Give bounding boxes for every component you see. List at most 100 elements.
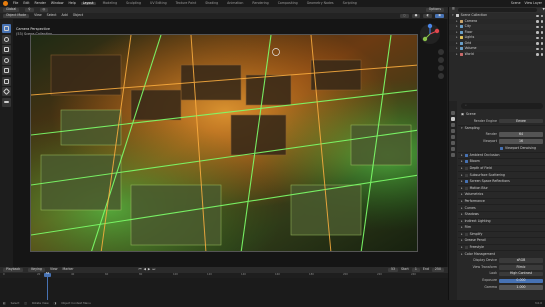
menu-object[interactable]: Object [73, 14, 83, 17]
scene-tab-icon[interactable] [451, 135, 455, 139]
camera-icon[interactable] [540, 53, 543, 56]
section-enable-checkbox[interactable] [464, 153, 468, 157]
view-layer-selector[interactable]: View Layer [525, 1, 542, 5]
tab-modeling[interactable]: Modeling [101, 1, 120, 5]
world-tab-icon[interactable] [451, 141, 455, 145]
camera-view-icon[interactable] [438, 65, 444, 71]
tab-texture-paint[interactable]: Texture Paint [174, 1, 199, 5]
camera-icon[interactable] [540, 42, 543, 45]
camera-icon[interactable] [540, 31, 543, 34]
render-section[interactable]: ▸ Performance [458, 197, 545, 205]
section-enable-checkbox[interactable] [464, 180, 468, 184]
render-section[interactable]: ▸ Freestyle [458, 243, 545, 251]
viewport-denoising-checkbox[interactable] [500, 146, 503, 150]
pan-hand-icon[interactable] [438, 57, 444, 63]
render-section[interactable]: ▸ Shadows [458, 210, 545, 218]
output-tab-icon[interactable] [451, 123, 455, 127]
section-enable-checkbox[interactable] [464, 246, 468, 250]
exposure-field[interactable]: 0.000 [499, 278, 543, 284]
view-layer-tab-icon[interactable] [451, 129, 455, 133]
zoom-icon[interactable] [438, 49, 444, 55]
section-enable-checkbox[interactable] [464, 167, 468, 171]
expand-arrow-icon[interactable]: ▸ [456, 35, 458, 39]
rendered-shading-button[interactable]: ◉ [435, 14, 444, 18]
current-frame-field[interactable]: 53 [387, 268, 399, 272]
texture-tab-icon[interactable] [451, 153, 455, 157]
tab-scripting[interactable]: Scripting [341, 1, 359, 5]
render-section[interactable]: ▸ Grease Pencil [458, 237, 545, 244]
expand-arrow-icon[interactable]: ▸ [456, 19, 458, 23]
render-section[interactable]: ▸ Depth of Field [458, 164, 545, 172]
navigation-gizmo[interactable] [419, 23, 441, 45]
render-section[interactable]: ▸ Volumetrics [458, 191, 545, 198]
render-section[interactable]: ▸ Color Management [458, 250, 545, 257]
transform-tool[interactable] [2, 76, 11, 86]
display-device-dropdown[interactable]: sRGB [499, 258, 543, 263]
look-dropdown[interactable]: High Contrast [499, 271, 543, 277]
menu-window[interactable]: Window [51, 1, 64, 5]
material-shading-button[interactable]: ◐ [423, 14, 433, 18]
tab-uv-editing[interactable]: UV Editing [148, 1, 169, 5]
scale-tool[interactable] [2, 66, 11, 75]
solid-shading-button[interactable]: ● [411, 14, 421, 18]
eye-icon[interactable] [536, 20, 539, 23]
eye-icon[interactable] [536, 53, 539, 56]
tool-tab-icon[interactable] [451, 111, 455, 115]
outliner-display-mode-icon[interactable]: ☰ [452, 8, 455, 11]
eye-icon[interactable] [536, 47, 539, 50]
viewport-samples-field[interactable]: 16 [499, 139, 543, 144]
cursor-tool[interactable] [2, 34, 11, 44]
timeline-marker-menu[interactable]: Marker [63, 268, 74, 271]
tab-shading[interactable]: Shading [203, 1, 220, 5]
render-engine-dropdown[interactable]: Eevee [499, 118, 543, 124]
menu-edit[interactable]: Edit [23, 1, 29, 5]
render-section[interactable]: ▸ Subsurface Scattering [458, 171, 545, 178]
annotate-tool[interactable] [2, 87, 11, 96]
menu-render[interactable]: Render [35, 1, 46, 5]
wireframe-shading-button[interactable]: ◌ [399, 14, 409, 18]
tab-animation[interactable]: Animation [225, 1, 245, 5]
render-section[interactable]: ▸ Film [458, 224, 545, 231]
render-section[interactable]: ▸ Bloom [458, 158, 545, 165]
properties-search[interactable]: ⌕ [461, 103, 543, 109]
eye-icon[interactable] [536, 25, 539, 28]
jump-start-icon[interactable]: ⏮ [139, 268, 142, 271]
render-section[interactable]: ▸ Indirect Lighting [458, 217, 545, 225]
blender-logo-icon[interactable] [3, 1, 8, 6]
camera-icon[interactable] [540, 14, 543, 17]
options-dropdown[interactable]: Options [425, 8, 444, 12]
camera-icon[interactable] [540, 47, 543, 50]
collection-tab-icon[interactable] [451, 147, 455, 151]
rotate-tool[interactable] [2, 55, 11, 65]
measure-tool[interactable] [2, 97, 11, 107]
timeline-view-menu[interactable]: View [50, 268, 58, 271]
eye-icon[interactable] [536, 14, 539, 17]
menu-file[interactable]: File [13, 1, 18, 5]
render-section[interactable]: ▸ Ambient Occlusion [458, 151, 545, 159]
scene-selector[interactable]: Scene [511, 1, 521, 5]
outliner-search-field[interactable] [457, 8, 537, 12]
keying-menu[interactable]: Keying [28, 268, 45, 272]
playhead[interactable]: 53 [44, 272, 51, 300]
mode-dropdown[interactable]: Object Mode [3, 14, 30, 18]
expand-arrow-icon[interactable]: ▸ [456, 46, 458, 50]
expand-arrow-icon[interactable]: ▸ [456, 30, 458, 34]
move-tool[interactable] [2, 45, 11, 54]
view-transform-dropdown[interactable]: Filmic [499, 264, 543, 270]
play-icon[interactable]: ▶ [148, 268, 150, 271]
gamma-field[interactable]: 1.000 [499, 285, 543, 290]
camera-icon[interactable] [540, 20, 543, 23]
menu-select[interactable]: Select [47, 14, 57, 17]
render-samples-field[interactable]: 64 [499, 132, 543, 137]
tab-rendering[interactable]: Rendering [250, 1, 270, 5]
render-section[interactable]: ▸ Motion Blur [458, 184, 545, 192]
tab-sculpting[interactable]: Sculpting [124, 1, 143, 5]
section-enable-checkbox[interactable] [464, 160, 468, 164]
menu-help[interactable]: Help [68, 1, 75, 5]
camera-icon[interactable] [540, 25, 543, 28]
menu-add[interactable]: Add [62, 14, 68, 17]
render-tab-icon[interactable] [451, 117, 455, 121]
outliner-item[interactable]: ▸ World [449, 52, 545, 58]
playback-menu[interactable]: Playback [3, 268, 24, 272]
proportional-edit-toggle[interactable]: ◎ [39, 8, 49, 12]
